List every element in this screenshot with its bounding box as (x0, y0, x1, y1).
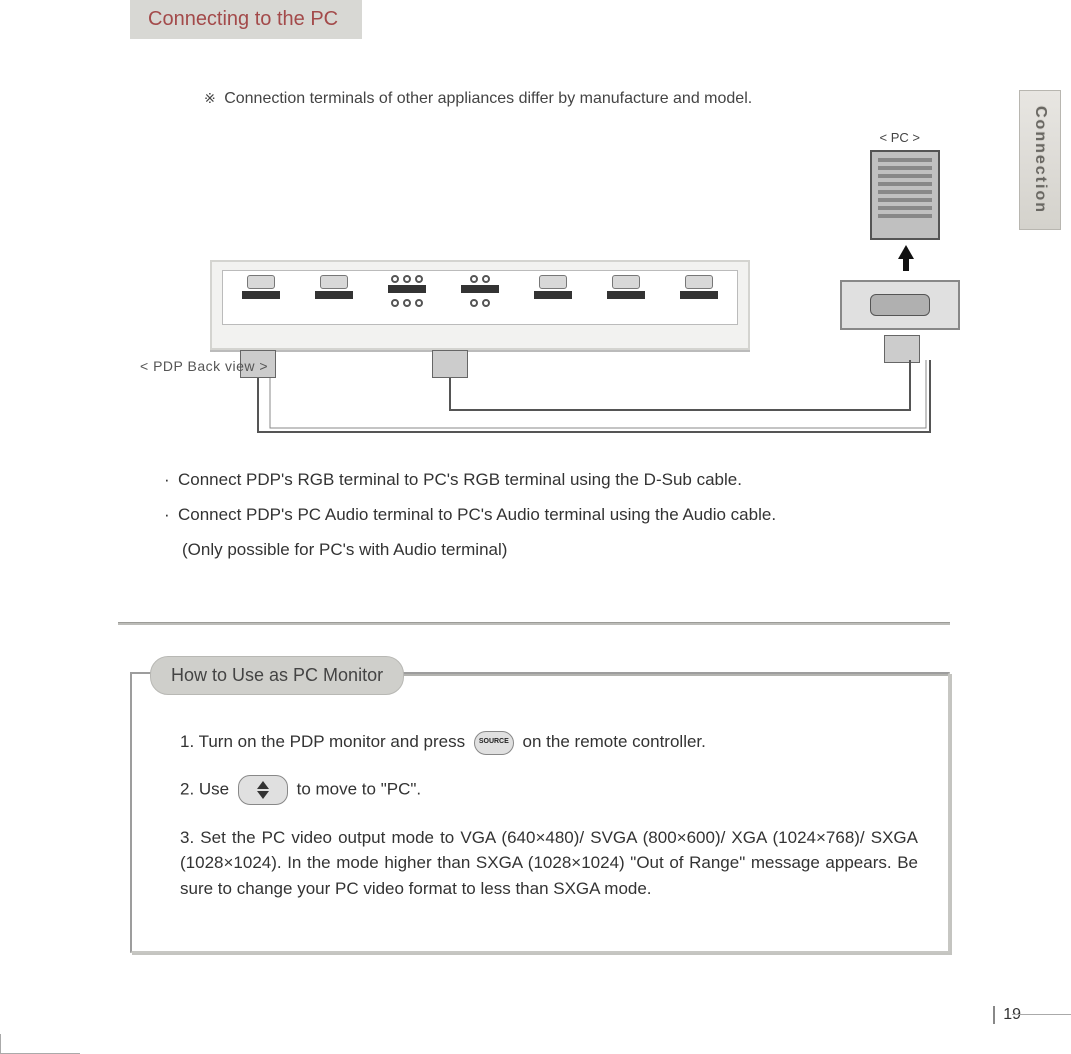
pc-tower-icon (870, 150, 940, 240)
howto-title: How to Use as PC Monitor (150, 656, 404, 695)
side-tab-label: Connection (1031, 106, 1049, 214)
side-tab-connection: Connection (1019, 90, 1061, 230)
triangle-up-icon (257, 781, 269, 789)
step-3: 3. Set the PC video output mode to VGA (… (180, 825, 918, 902)
arrow-up-icon (898, 245, 914, 259)
step-2: 2. Use to move to "PC". (180, 775, 918, 805)
crop-mark-icon (1012, 1014, 1071, 1054)
section-title: Connecting to the PC (130, 0, 362, 39)
connector-plug-icon (884, 335, 920, 363)
divider-line (118, 622, 950, 625)
howto-top-rule (364, 674, 948, 676)
note-symbol: ※ (204, 90, 216, 106)
panel-ports (222, 270, 738, 325)
pdp-caption: < PDP Back view > (140, 358, 268, 374)
note-line: ※ Connection terminals of other applianc… (204, 90, 752, 108)
up-down-button-icon (238, 775, 288, 805)
instruction-bullets: ·Connect PDP's RGB terminal to PC's RGB … (164, 466, 776, 571)
note-text: Connection terminals of other appliances… (224, 90, 752, 107)
step-1: 1. Turn on the PDP monitor and press SOU… (180, 729, 918, 755)
connection-diagram: < PC > < PDP B (140, 140, 960, 440)
howto-box: How to Use as PC Monitor 1. Turn on the … (130, 672, 950, 953)
bullet-2-sub: (Only possible for PC's with Audio termi… (164, 536, 776, 565)
pc-label: < PC > (880, 130, 920, 145)
triangle-down-icon (257, 791, 269, 799)
pdp-back-panel (210, 260, 750, 350)
vga-port-icon (870, 294, 930, 316)
bullet-1: ·Connect PDP's RGB terminal to PC's RGB … (164, 466, 776, 495)
source-button-icon: SOURCE (474, 731, 514, 755)
connector-plug-icon (432, 350, 468, 378)
pc-vga-card (840, 280, 960, 330)
bullet-2: ·Connect PDP's PC Audio terminal to PC's… (164, 501, 776, 530)
crop-mark-icon (0, 1034, 80, 1054)
